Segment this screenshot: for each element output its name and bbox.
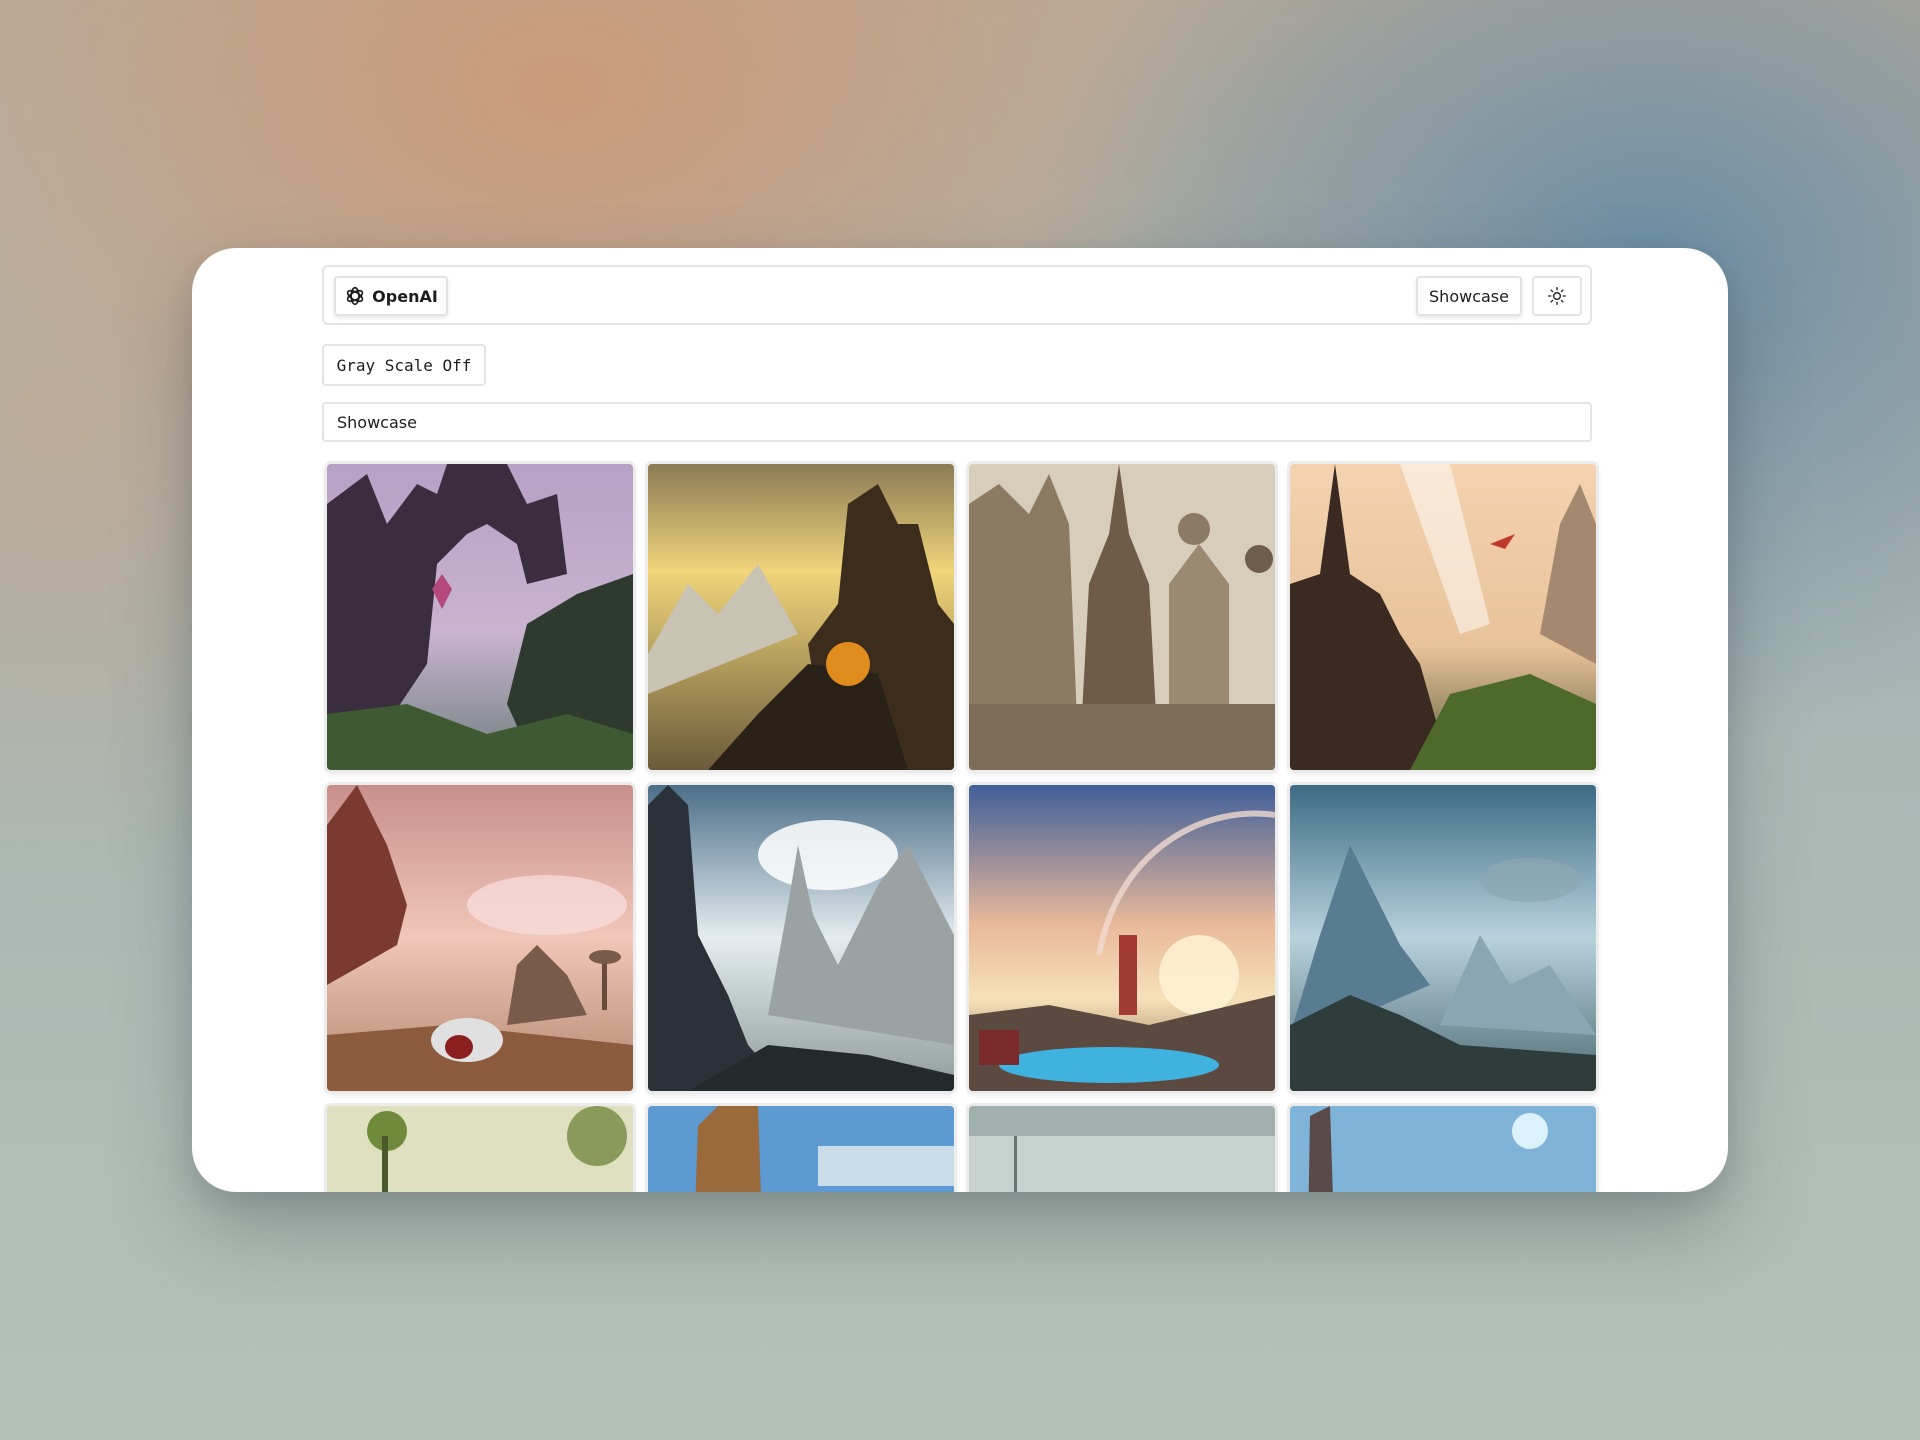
sun-icon [1547, 286, 1567, 306]
section-header: Showcase [322, 402, 1592, 442]
gallery-image[interactable] [327, 785, 633, 1091]
gallery-image[interactable] [327, 464, 633, 770]
openai-logo-icon [344, 285, 366, 307]
gallery-image[interactable] [969, 785, 1275, 1091]
gallery-image[interactable] [969, 464, 1275, 770]
gallery-image[interactable] [648, 785, 954, 1091]
app-window: OpenAI Showcase Gray Scale Off Showcase [192, 248, 1728, 1192]
grayscale-toggle-button[interactable]: Gray Scale Off [322, 344, 486, 386]
gallery-image[interactable] [327, 1106, 633, 1192]
gallery-image[interactable] [648, 1106, 954, 1192]
gallery-image[interactable] [1290, 785, 1596, 1091]
logo-label: OpenAI [372, 286, 438, 306]
gallery-image[interactable] [969, 1106, 1275, 1192]
gallery-image[interactable] [1290, 464, 1596, 770]
theme-toggle-button[interactable] [1532, 276, 1582, 316]
section-title: Showcase [337, 412, 417, 432]
openai-logo-button[interactable]: OpenAI [334, 276, 448, 316]
showcase-nav-button[interactable]: Showcase [1416, 276, 1522, 316]
gallery-image[interactable] [1290, 1106, 1596, 1192]
gallery-image[interactable] [648, 464, 954, 770]
top-navbar: OpenAI Showcase [322, 265, 1592, 325]
